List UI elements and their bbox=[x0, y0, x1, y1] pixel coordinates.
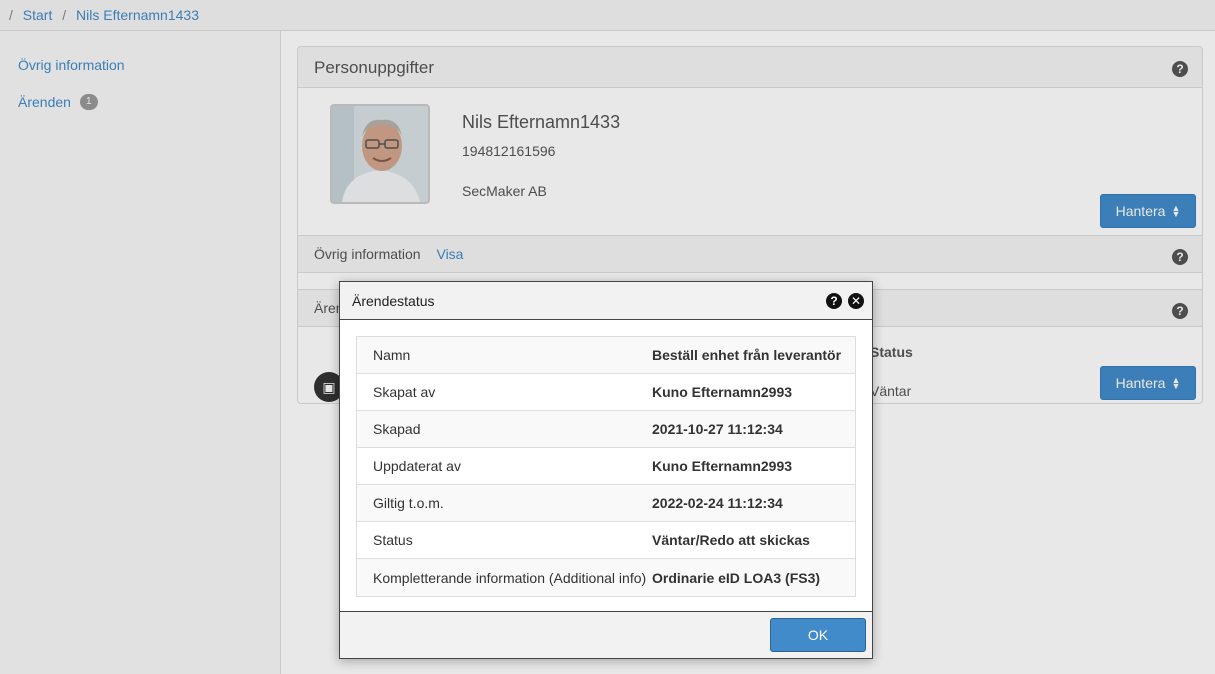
table-row: Kompletterande information (Additional i… bbox=[357, 559, 855, 596]
close-icon[interactable]: ✕ bbox=[848, 293, 864, 309]
ok-button[interactable]: OK bbox=[770, 618, 866, 652]
row-value: Kuno Efternamn2993 bbox=[652, 384, 793, 400]
case-details-table: Namn Beställ enhet från leverantör Skapa… bbox=[356, 336, 856, 597]
dialog-footer: OK bbox=[340, 611, 872, 658]
table-row: Namn Beställ enhet från leverantör bbox=[357, 337, 855, 374]
table-row: Uppdaterat av Kuno Efternamn2993 bbox=[357, 448, 855, 485]
row-value: 2021-10-27 11:12:34 bbox=[652, 421, 783, 437]
row-key: Skapat av bbox=[373, 384, 436, 400]
table-row: Skapat av Kuno Efternamn2993 bbox=[357, 374, 855, 411]
table-row: Skapad 2021-10-27 11:12:34 bbox=[357, 411, 855, 448]
row-value: Ordinarie eID LOA3 (FS3) bbox=[652, 569, 821, 586]
row-key: Giltig t.o.m. bbox=[373, 495, 444, 511]
table-row: Giltig t.o.m. 2022-02-24 11:12:34 bbox=[357, 485, 855, 522]
row-key: Namn bbox=[373, 347, 411, 363]
dialog-title: Ärendestatus bbox=[352, 293, 435, 309]
case-status-dialog: Ärendestatus ? ✕ Namn Beställ enhet från… bbox=[339, 281, 873, 659]
row-value: Väntar/Redo att skickas bbox=[652, 532, 810, 548]
row-value: Beställ enhet från leverantör bbox=[652, 347, 842, 363]
row-value: Kuno Efternamn2993 bbox=[652, 458, 793, 474]
dialog-header: Ärendestatus ? ✕ bbox=[340, 282, 872, 320]
row-value: 2022-02-24 11:12:34 bbox=[652, 495, 783, 511]
row-key: Skapad bbox=[373, 421, 421, 437]
row-key: Uppdaterat av bbox=[373, 458, 461, 474]
row-key: Status bbox=[373, 532, 413, 548]
help-icon[interactable]: ? bbox=[826, 293, 842, 309]
table-row: Status Väntar/Redo att skickas bbox=[357, 522, 855, 559]
row-key: Kompletterande information (Additional i… bbox=[373, 569, 647, 586]
